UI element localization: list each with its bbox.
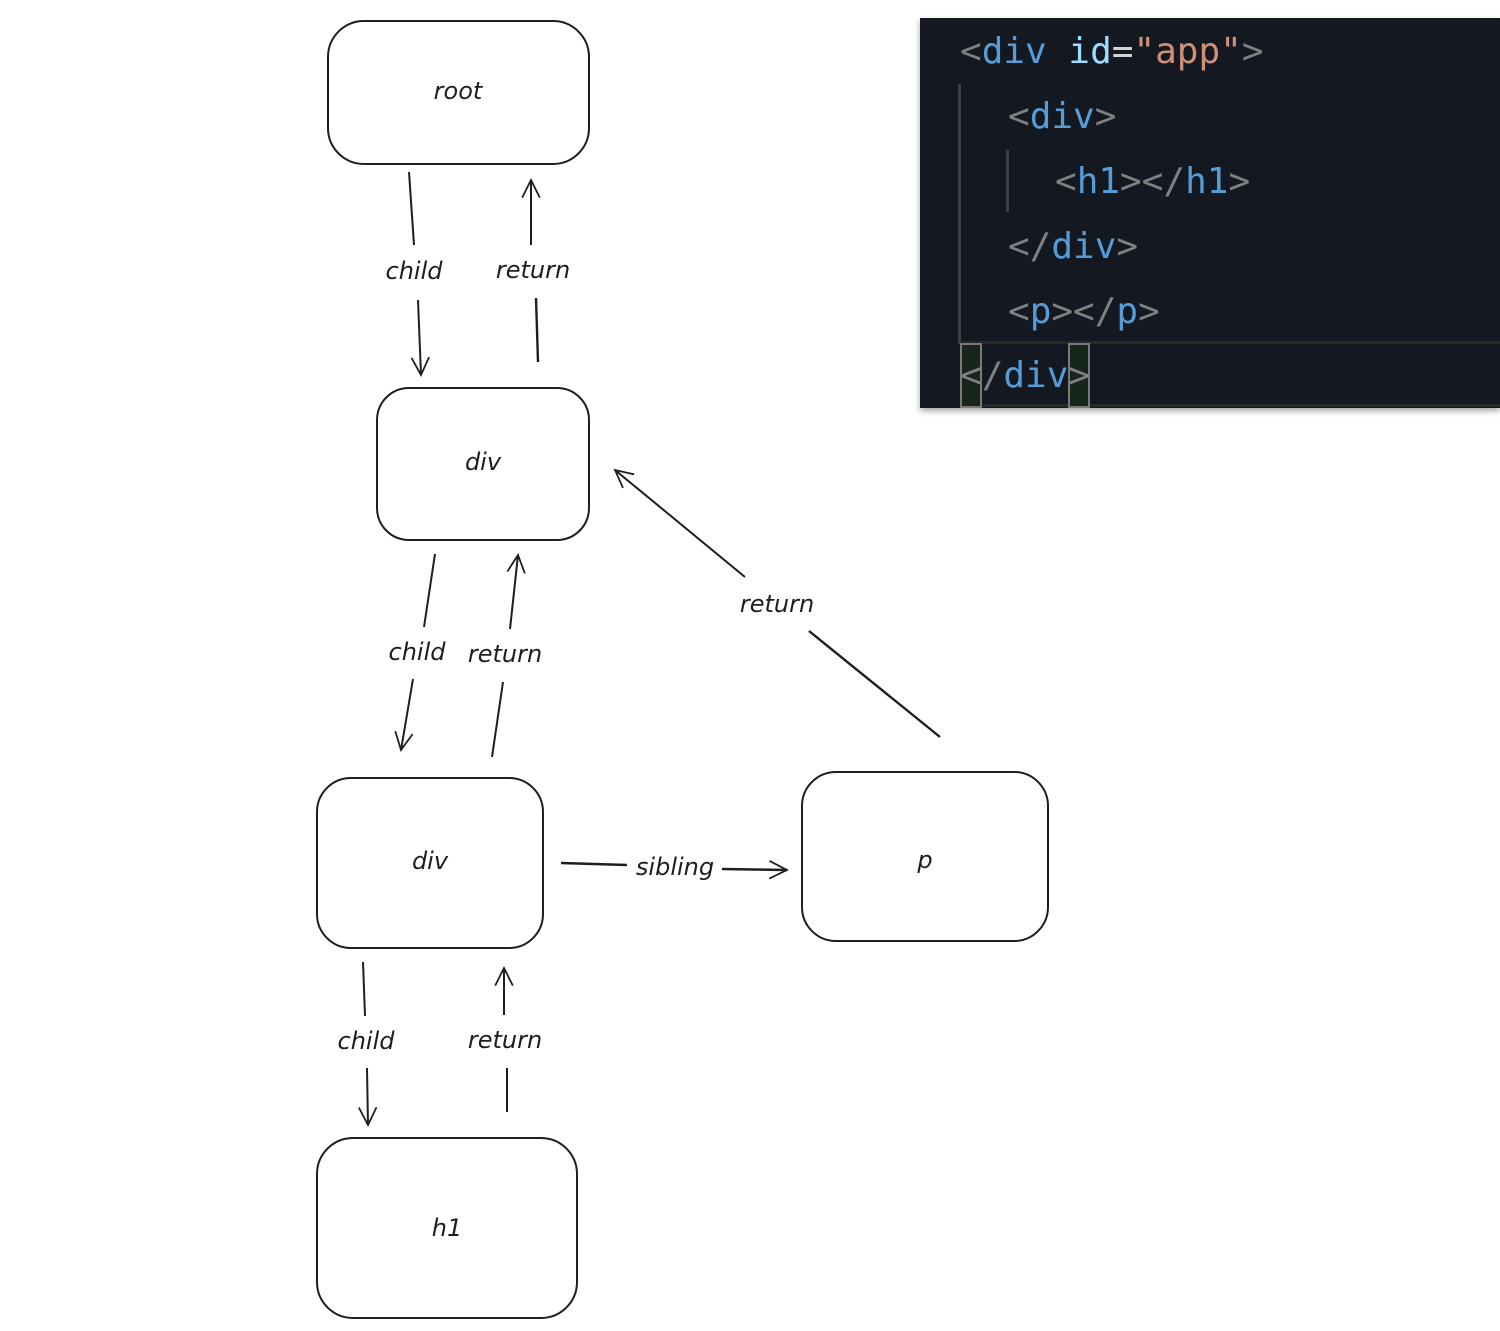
code-line-1: <div id="app"> xyxy=(960,31,1264,72)
code-line-6: </div> xyxy=(960,343,1091,408)
edge-div-return-root: return xyxy=(496,178,570,363)
edge-label: return xyxy=(496,256,570,284)
edge-p-return-div: return xyxy=(613,468,941,738)
edge-div-child-h1: child xyxy=(338,961,396,1127)
node-root[interactable]: root xyxy=(327,20,590,165)
node-label: div xyxy=(465,448,502,476)
code-line-2: <div> xyxy=(1008,96,1117,137)
node-label: root xyxy=(434,77,484,105)
code-line-4: </div> xyxy=(1008,226,1139,267)
edge-label: return xyxy=(468,1026,542,1054)
edge-label: child xyxy=(389,638,447,666)
indent-guide xyxy=(1006,150,1009,212)
edge-div-return-div: return xyxy=(468,553,542,758)
code-line-5: <p></p> xyxy=(1008,291,1160,332)
node-div-outer[interactable]: div xyxy=(376,387,590,541)
node-h1[interactable]: h1 xyxy=(316,1137,578,1319)
edge-label: child xyxy=(338,1027,396,1055)
node-label: div xyxy=(412,847,449,875)
edge-div-sibling-p: sibling xyxy=(560,853,789,881)
node-p[interactable]: p xyxy=(801,771,1049,942)
code-editor-panel: <div id="app"> <div> <h1></h1> </div> <p… xyxy=(920,18,1500,408)
node-div-inner[interactable]: div xyxy=(316,777,544,949)
node-label: h1 xyxy=(432,1214,462,1242)
indent-guide xyxy=(958,84,961,344)
edge-label: sibling xyxy=(636,853,714,881)
code-line-3: <h1></h1> xyxy=(1055,161,1251,202)
bracket-match-open: < xyxy=(960,343,982,408)
edge-label: return xyxy=(468,640,542,668)
bracket-match-close: > xyxy=(1068,343,1091,408)
edge-h1-return-div: return xyxy=(468,966,542,1112)
edge-label: return xyxy=(740,590,814,618)
edge-root-child: child xyxy=(386,171,444,377)
node-label: p xyxy=(916,846,932,874)
edge-label: child xyxy=(386,257,444,285)
edge-div-child-div: child xyxy=(389,553,447,752)
